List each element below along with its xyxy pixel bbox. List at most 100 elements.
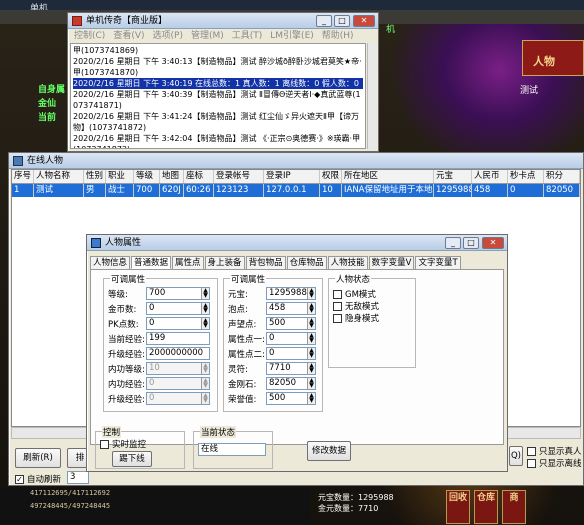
- menu-tools[interactable]: 工具(T): [232, 31, 263, 41]
- spin-arrows-icon[interactable]: ▲ ▼: [307, 288, 315, 299]
- col-header[interactable]: 秒卡点: [508, 170, 544, 183]
- online-window-titlebar[interactable]: 在线人物: [9, 153, 583, 169]
- invincible-checkbox[interactable]: 无敌模式: [333, 300, 379, 312]
- paodian-spinner[interactable]: 458 ▲ ▼: [266, 302, 316, 315]
- col-header[interactable]: 等级: [134, 170, 160, 183]
- log-scrollbar[interactable]: [367, 43, 377, 149]
- col-header[interactable]: 积分: [544, 170, 580, 183]
- gm-mode-checkbox[interactable]: GM模式: [333, 288, 376, 300]
- general-data-panel: 可调属性 等级: 700 ▲ ▼ 金币数: 0 ▲ ▼ PK点数: 0 ▲ ▼ 当前经验: 199 …: [90, 269, 504, 445]
- field-label: 荣誉值:: [228, 394, 257, 405]
- up-exp-input[interactable]: 2000000000: [146, 347, 210, 360]
- menu-view[interactable]: 查看(V): [113, 31, 144, 41]
- minimize-icon[interactable]: _: [445, 237, 461, 249]
- refresh-button[interactable]: 刷新(R): [15, 448, 61, 468]
- menu-manage[interactable]: 管理(M): [191, 31, 224, 41]
- cell: 战士: [106, 184, 134, 197]
- game-char-button[interactable]: 人物: [522, 40, 584, 76]
- tab-equipment[interactable]: 身上装备: [204, 256, 245, 269]
- spin-arrows-icon[interactable]: ▲ ▼: [201, 303, 209, 314]
- minimize-icon[interactable]: _: [316, 15, 332, 27]
- col-header[interactable]: 座标: [184, 170, 214, 183]
- tab-char-info[interactable]: 人物信息: [90, 256, 131, 269]
- recycle-button[interactable]: 回收: [446, 490, 470, 524]
- attr-pt-2-spinner[interactable]: 0 ▲ ▼: [266, 347, 316, 360]
- col-header[interactable]: 权限: [320, 170, 342, 183]
- diamond-spinner[interactable]: 82050 ▲ ▼: [266, 377, 316, 390]
- spin-arrows-icon[interactable]: ▲ ▼: [201, 378, 209, 389]
- pk-spinner[interactable]: 0 ▲ ▼: [146, 317, 210, 330]
- cell: 82050: [544, 184, 580, 197]
- menu-lm-engine[interactable]: LM引擎(E): [270, 31, 314, 41]
- spin-arrows-icon[interactable]: ▲ ▼: [201, 288, 209, 299]
- log-output[interactable]: 甲(1073741869) 2020/2/16 星期日 下午 3:40:13【制…: [70, 43, 366, 149]
- close-icon[interactable]: ✕: [482, 237, 504, 249]
- tab-number-vars[interactable]: 数字变量V: [368, 256, 415, 269]
- prestige-spinner[interactable]: 500 ▲ ▼: [266, 317, 316, 330]
- auto-refresh-checkbox[interactable]: ✓ 自动刷新: [15, 473, 61, 485]
- yuanbao-spinner[interactable]: 1295988 ▲ ▼: [266, 287, 316, 300]
- menu-control[interactable]: 控制(C): [74, 31, 105, 41]
- tab-attr-points[interactable]: 属性点: [172, 256, 204, 269]
- cur-exp-input[interactable]: 199: [146, 332, 210, 345]
- maximize-icon[interactable]: □: [463, 237, 479, 249]
- field-level: 等级: 700 ▲ ▼: [108, 287, 210, 300]
- tab-storage[interactable]: 仓库物品: [286, 256, 327, 269]
- tab-general-data[interactable]: 普通数据: [131, 256, 172, 269]
- spin-arrows-icon[interactable]: ▲ ▼: [201, 363, 209, 374]
- col-header[interactable]: 登录IP: [264, 170, 320, 183]
- maximize-icon[interactable]: □: [334, 15, 350, 27]
- spin-arrows-icon[interactable]: ▲ ▼: [201, 393, 209, 404]
- lingfu-spinner[interactable]: 7710 ▲ ▼: [266, 362, 316, 375]
- refresh-interval-input[interactable]: 3: [67, 471, 89, 484]
- col-header[interactable]: 地图: [160, 170, 184, 183]
- spin-arrows-icon[interactable]: ▲ ▼: [307, 333, 315, 344]
- log-window-titlebar[interactable]: 单机传奇【商业版】 _ □ ✕: [68, 13, 378, 29]
- spin-arrows-icon[interactable]: ▲ ▼: [307, 348, 315, 359]
- field-label: 升级经验:: [108, 394, 145, 405]
- spin-arrows-icon[interactable]: ▲ ▼: [307, 318, 315, 329]
- spin-arrows-icon[interactable]: ▲ ▼: [201, 318, 209, 329]
- realtime-monitor-checkbox[interactable]: 实时监控: [100, 438, 146, 450]
- checkbox-icon: [100, 439, 109, 449]
- neigong-up-exp-spinner[interactable]: 0 ▲ ▼: [146, 392, 210, 405]
- attribute-dialog-titlebar[interactable]: 人物属性 _ □ ✕: [87, 235, 507, 251]
- honor-spinner[interactable]: 500 ▲ ▼: [266, 392, 316, 405]
- spin-arrows-icon[interactable]: ▲ ▼: [307, 363, 315, 374]
- level-spinner[interactable]: 700 ▲ ▼: [146, 287, 210, 300]
- tab-skills[interactable]: 人物技能: [327, 256, 368, 269]
- query-button[interactable]: Q): [509, 446, 523, 466]
- field-value: 0: [149, 318, 155, 328]
- attr-pt-1-spinner[interactable]: 0 ▲ ▼: [266, 332, 316, 345]
- tab-bag[interactable]: 背包物品: [245, 256, 286, 269]
- col-header[interactable]: 人民币: [472, 170, 508, 183]
- table-row[interactable]: 1 测试 男 战士 700 620J 60:26 123123 127.0.0.…: [12, 184, 580, 197]
- modify-data-button[interactable]: 修改数据: [307, 441, 351, 461]
- close-icon[interactable]: ✕: [353, 15, 375, 27]
- spin-arrows-icon[interactable]: ▲ ▼: [307, 378, 315, 389]
- col-header[interactable]: 职业: [106, 170, 134, 183]
- spin-arrows-icon[interactable]: ▲ ▼: [307, 303, 315, 314]
- col-header[interactable]: 元宝: [434, 170, 472, 183]
- gold-spinner[interactable]: 0 ▲ ▼: [146, 302, 210, 315]
- group-title: 可调属性: [110, 273, 147, 285]
- col-header[interactable]: 性别: [84, 170, 106, 183]
- neigong-level-spinner[interactable]: 10 ▲ ▼: [146, 362, 210, 375]
- kick-button[interactable]: 踢下线: [112, 451, 152, 467]
- char-status-group: 人物状态 GM模式 无敌模式 隐身模式: [328, 273, 416, 368]
- col-header[interactable]: 人物名称: [34, 170, 84, 183]
- field-label: 当前经验:: [108, 334, 145, 345]
- col-header[interactable]: 序号: [12, 170, 34, 183]
- col-header[interactable]: 登录帐号: [214, 170, 264, 183]
- stealth-checkbox[interactable]: 隐身模式: [333, 312, 379, 324]
- col-header[interactable]: 所在地区: [342, 170, 434, 183]
- menu-help[interactable]: 帮助(H): [322, 31, 354, 41]
- neigong-exp-spinner[interactable]: 0 ▲ ▼: [146, 377, 210, 390]
- shop-button[interactable]: 商: [502, 490, 526, 524]
- menu-options[interactable]: 选项(P): [153, 31, 183, 41]
- spin-arrows-icon[interactable]: ▲ ▼: [307, 393, 315, 404]
- only-offline-checkbox[interactable]: 只显示离线: [527, 457, 582, 469]
- tab-text-vars[interactable]: 文字变量T: [415, 256, 461, 269]
- storage-button[interactable]: 仓库: [474, 490, 498, 524]
- only-real-checkbox[interactable]: 只显示真人: [527, 445, 582, 457]
